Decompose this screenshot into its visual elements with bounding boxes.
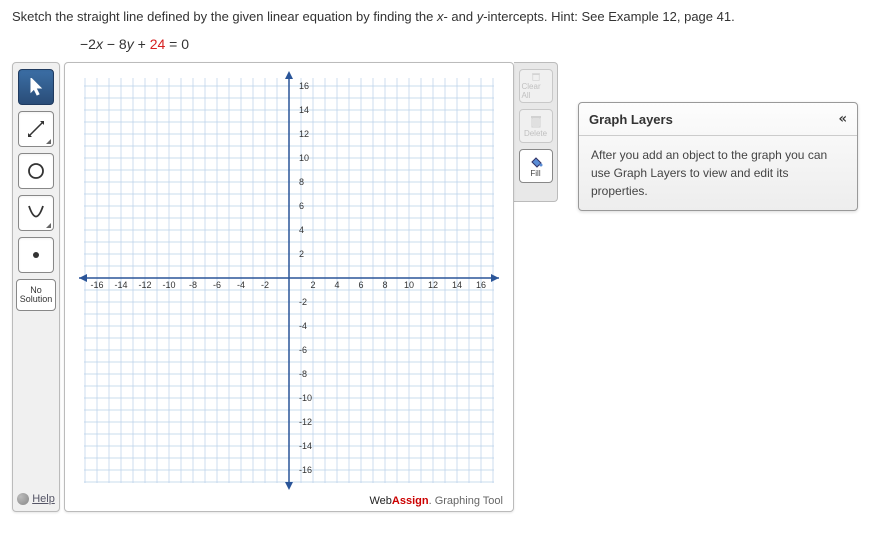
svg-text:10: 10 [299,153,309,163]
help-link[interactable]: Help [17,493,55,505]
instr-hint: Hint: See Example 12, page 41. [551,9,735,24]
tool-parabola[interactable] [18,195,54,231]
no-solution-label: No Solution [17,286,55,305]
svg-text:-16: -16 [299,465,312,475]
eq-t4: = 0 [165,36,189,52]
layers-body-text: After you add an object to the graph you… [579,136,857,210]
instr-a: Sketch the straight line defined by the … [12,9,437,24]
svg-text:-14: -14 [114,280,127,290]
collapse-icon[interactable]: « [839,111,847,127]
svg-text:-2: -2 [299,297,307,307]
grid-svg: -16-14-12-10-8-6-4-224681012141616141210… [65,63,513,493]
eq-t1: −2 [80,36,96,52]
svg-text:4: 4 [334,280,339,290]
layers-title: Graph Layers [589,112,673,127]
clear-all-button[interactable]: Clear All [519,69,553,103]
delete-label: Delete [524,129,547,138]
svg-text:-2: -2 [261,280,269,290]
toolbox: No Solution Help [12,62,60,512]
svg-text:4: 4 [299,225,304,235]
eq-t3: + [134,36,150,52]
brand-assign: Assign [392,495,429,507]
eq-t2: − 8 [103,36,127,52]
svg-text:2: 2 [310,280,315,290]
svg-text:-10: -10 [299,393,312,403]
graph-layers-panel: Graph Layers « After you add an object t… [578,102,858,211]
eq-y: y [127,36,134,52]
svg-text:14: 14 [452,280,462,290]
svg-text:-6: -6 [299,345,307,355]
fill-label: Fill [530,169,540,178]
svg-text:-12: -12 [299,417,312,427]
help-label: Help [32,493,55,505]
svg-text:-6: -6 [213,280,221,290]
svg-text:8: 8 [299,177,304,187]
delete-button[interactable]: Delete [519,109,553,143]
tool-circle[interactable] [18,153,54,189]
svg-text:-16: -16 [90,280,103,290]
tool-pointer[interactable] [18,69,54,105]
svg-text:2: 2 [299,249,304,259]
eq-x: x [96,36,103,52]
svg-text:-4: -4 [237,280,245,290]
svg-text:-12: -12 [138,280,151,290]
svg-text:6: 6 [299,201,304,211]
clear-all-label: Clear All [522,82,550,100]
brand-web: Web [369,495,391,507]
svg-text:-8: -8 [299,369,307,379]
instr-c: -intercepts. [483,9,551,24]
instr-b: - and [443,9,476,24]
brand-tag: WebAssign. Graphing Tool [369,495,503,507]
svg-text:12: 12 [299,129,309,139]
graph-area[interactable]: -16-14-12-10-8-6-4-224681012141616141210… [64,62,514,512]
svg-text:16: 16 [299,81,309,91]
tool-no-solution[interactable]: No Solution [16,279,56,311]
tool-line[interactable] [18,111,54,147]
svg-text:12: 12 [428,280,438,290]
svg-text:10: 10 [404,280,414,290]
tool-point[interactable] [18,237,54,273]
svg-text:-4: -4 [299,321,307,331]
svg-text:-10: -10 [162,280,175,290]
side-buttons: Clear All Delete Fill [514,62,558,202]
brand-tagline: Graphing Tool [432,495,503,507]
fill-button[interactable]: Fill [519,149,553,183]
svg-text:-14: -14 [299,441,312,451]
equation: −2x − 8y + 24 = 0 [80,36,866,52]
eq-const: 24 [150,36,166,52]
instructions-text: Sketch the straight line defined by the … [12,8,866,26]
svg-text:8: 8 [382,280,387,290]
svg-text:16: 16 [476,280,486,290]
svg-text:14: 14 [299,105,309,115]
svg-text:6: 6 [358,280,363,290]
svg-text:-8: -8 [189,280,197,290]
